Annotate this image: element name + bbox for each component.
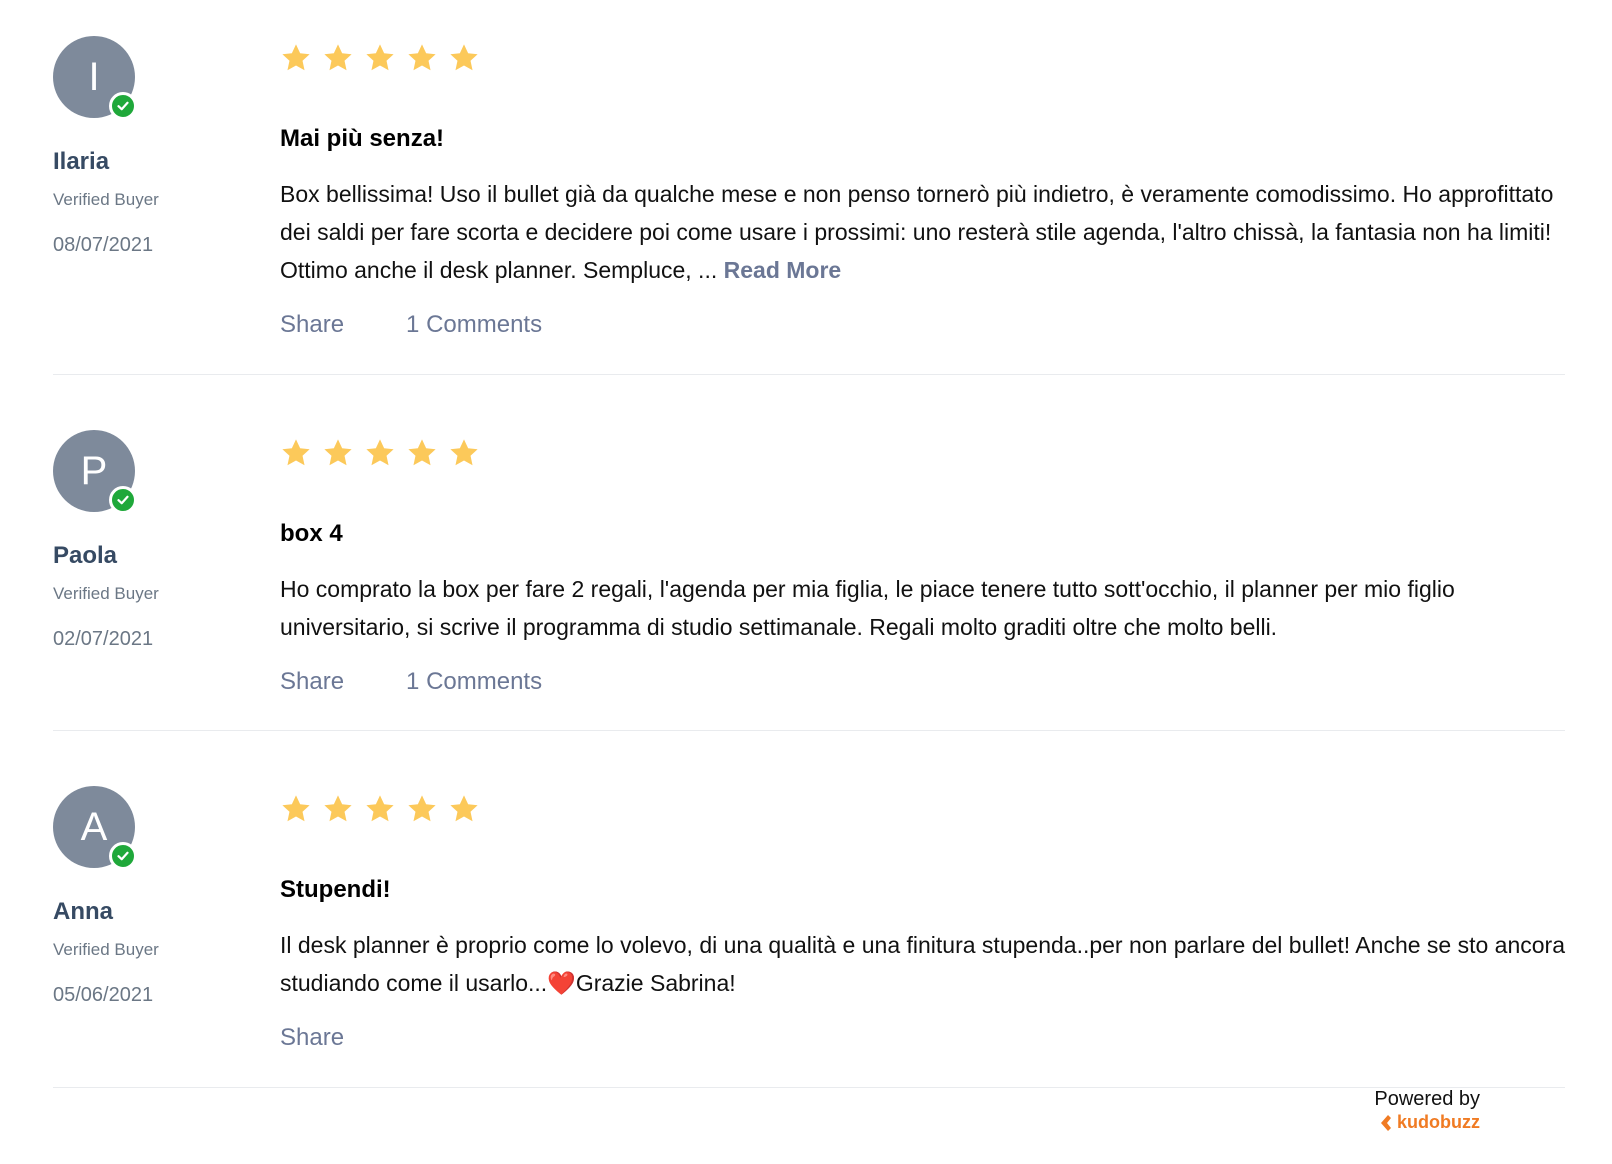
read-more-link[interactable]: Read More (724, 257, 842, 283)
review-body: Box bellissima! Uso il bullet già da qua… (280, 175, 1565, 289)
review-author: P Paola Verified Buyer 02/07/2021 (53, 430, 253, 651)
star-rating (280, 791, 1565, 827)
review-content: Stupendi! Il desk planner è proprio come… (280, 791, 1565, 1052)
review-content: box 4 Ho comprato la box per fare 2 rega… (280, 435, 1565, 696)
review-title: Mai più senza! (280, 125, 445, 152)
star-icon (366, 439, 394, 466)
star-icon (408, 44, 436, 71)
star-rating (280, 40, 1565, 76)
verified-check-icon (109, 486, 137, 514)
author-name: Ilaria (53, 148, 110, 175)
star-icon (408, 439, 436, 466)
star-icon (366, 795, 394, 822)
review-item: I Ilaria Verified Buyer 08/07/2021 Mai p… (53, 0, 1565, 375)
star-icon (324, 795, 352, 822)
author-name: Anna (53, 898, 113, 925)
avatar: P (53, 430, 137, 514)
review-actions: Share 1 Comments (280, 311, 1565, 339)
avatar-initial: I (88, 54, 100, 99)
review-text: Box bellissima! Uso il bullet già da qua… (280, 181, 1554, 283)
review-item: P Paola Verified Buyer 02/07/2021 box 4 … (53, 375, 1565, 731)
review-item: A Anna Verified Buyer 05/06/2021 Stupend… (53, 731, 1565, 1088)
verified-check-icon (109, 92, 137, 120)
review-body: Il desk planner è proprio come lo volevo… (280, 926, 1565, 1002)
verified-buyer-label: Verified Buyer (53, 940, 159, 959)
kudobuzz-brand-text: kudobuzz (1397, 1112, 1480, 1132)
verified-check-icon (109, 842, 137, 870)
review-content: Mai più senza! Box bellissima! Uso il bu… (280, 40, 1565, 339)
avatar: A (53, 786, 137, 870)
star-icon (450, 44, 478, 71)
share-button[interactable]: Share (280, 668, 344, 696)
kudobuzz-logo: kudobuzz (1374, 1112, 1480, 1133)
comments-button[interactable]: 1 Comments (406, 668, 542, 696)
star-icon (450, 795, 478, 822)
star-icon (282, 439, 310, 466)
review-title: box 4 (280, 520, 343, 547)
comments-button[interactable]: 1 Comments (406, 311, 542, 339)
reviews-list: I Ilaria Verified Buyer 08/07/2021 Mai p… (53, 0, 1565, 1088)
verified-buyer-label: Verified Buyer (53, 584, 159, 603)
review-body: Ho comprato la box per fare 2 regali, l'… (280, 576, 1455, 640)
review-author: A Anna Verified Buyer 05/06/2021 (53, 786, 253, 1007)
review-date: 05/06/2021 (53, 984, 154, 1006)
star-icon (282, 795, 310, 822)
review-title: Stupendi! (280, 876, 391, 903)
star-icon (366, 44, 394, 71)
powered-by-footer[interactable]: Powered by kudobuzz (1374, 1088, 1480, 1133)
share-button[interactable]: Share (280, 1024, 344, 1052)
heart-emoji-icon: ❤️ (547, 970, 576, 996)
verified-buyer-label: Verified Buyer (53, 190, 159, 209)
review-author: I Ilaria Verified Buyer 08/07/2021 (53, 36, 253, 257)
share-button[interactable]: Share (280, 311, 344, 339)
star-icon (324, 44, 352, 71)
star-icon (282, 44, 310, 71)
author-name: Paola (53, 542, 118, 569)
review-actions: Share (280, 1024, 1565, 1052)
kudobuzz-logo-icon (1381, 1114, 1391, 1131)
avatar: I (53, 36, 137, 120)
avatar-initial: A (80, 804, 108, 849)
review-date: 02/07/2021 (53, 628, 154, 650)
powered-by-label: Powered by (1374, 1088, 1480, 1110)
avatar-initial: P (80, 448, 108, 493)
review-actions: Share 1 Comments (280, 668, 1565, 696)
star-icon (450, 439, 478, 466)
star-icon (408, 795, 436, 822)
review-date: 08/07/2021 (53, 234, 154, 256)
star-rating (280, 435, 1565, 471)
star-icon (324, 439, 352, 466)
review-text-end: Grazie Sabrina! (575, 970, 736, 996)
review-text: Il desk planner è proprio come lo volevo… (280, 932, 1565, 996)
